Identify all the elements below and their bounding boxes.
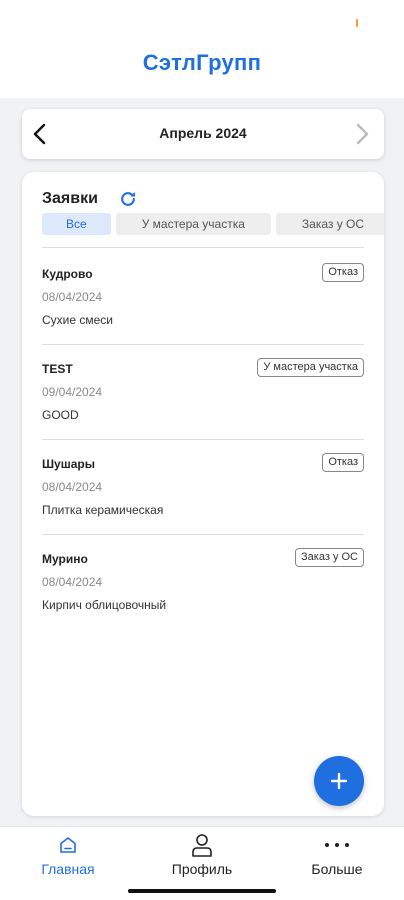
nav-label: Профиль [171,861,233,877]
requests-title: Заявки [42,190,98,207]
nav-item-home[interactable]: Главная [13,827,123,887]
more-icon [282,833,392,857]
status-badge: Отказ [322,263,364,282]
request-name: Мурино [42,552,88,566]
status-indicator [356,19,358,27]
status-badge: У мастера участка [257,358,364,377]
request-description: GOOD [42,408,79,422]
month-label: Апрель 2024 [159,125,247,141]
nav-label: Главная [41,861,95,877]
filter-chip-master[interactable]: У мастера участка [115,213,271,235]
filter-chip-all[interactable]: Все [42,213,111,235]
request-item[interactable]: Мурино Заказ у ОС 08/04/2024 Кирпич обли… [42,535,364,630]
request-item[interactable]: TEST У мастера участка 09/04/2024 GOOD [42,345,364,440]
request-name: TEST [42,362,73,376]
request-date: 08/04/2024 [42,290,103,304]
divider [42,247,364,248]
request-date: 08/04/2024 [42,575,103,589]
request-date: 08/04/2024 [42,480,103,494]
nav-item-more[interactable]: Больше [282,827,392,887]
nav-item-profile[interactable]: Профиль [147,827,257,887]
nav-label: Больше [311,861,363,877]
request-item[interactable]: Кудрово Отказ 08/04/2024 Сухие смеси [42,250,364,345]
requests-card: Заявки Все У мастера участка Заказ у ОС … [22,172,384,816]
request-description: Плитка керамическая [42,503,164,517]
home-icon [13,833,123,857]
request-name: Кудрово [42,267,93,281]
status-badge: Заказ у ОС [295,548,364,567]
top-app-bar: СэтлГрупп [0,0,404,98]
month-selector: Апрель 2024 [22,109,384,159]
request-date: 09/04/2024 [42,385,103,399]
request-description: Кирпич облицовочный [42,598,167,612]
request-name: Шушары [42,457,95,471]
request-item[interactable]: Шушары Отказ 08/04/2024 Плитка керамичес… [42,440,364,535]
request-description: Сухие смеси [42,313,114,327]
plus-icon [330,772,348,790]
add-request-button[interactable] [314,756,364,806]
filter-tabs: Все У мастера участка Заказ у ОС [42,213,384,237]
refresh-icon[interactable] [118,189,138,209]
chevron-right-icon[interactable] [350,121,376,147]
status-badge: Отказ [322,453,364,472]
filter-chip-order[interactable]: Заказ у ОС [275,213,384,235]
home-indicator [128,889,276,893]
app-title: СэтлГрупп [142,50,262,75]
person-icon [147,833,257,857]
